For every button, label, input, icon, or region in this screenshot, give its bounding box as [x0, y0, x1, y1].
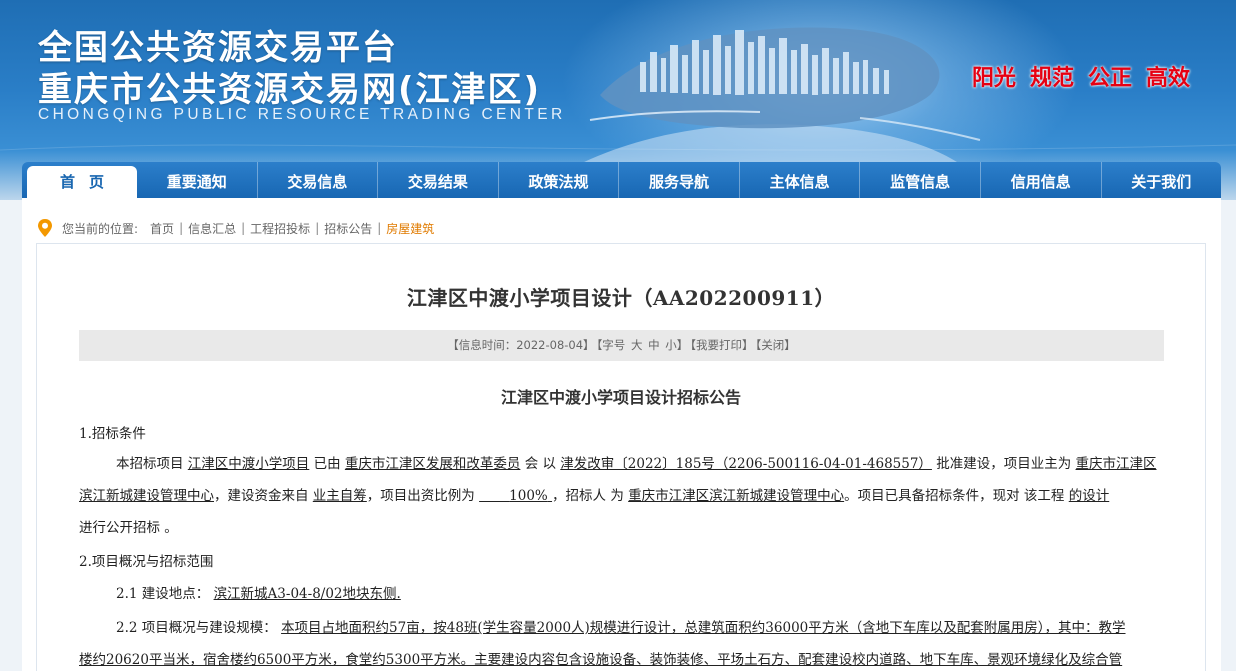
project-name: 江津区中渡小学项目: [187, 456, 310, 472]
section-2-1: 2.1 建设地点： 滨江新城A3-04-8/02地块东侧.: [116, 586, 401, 602]
breadcrumb-home[interactable]: 首页: [150, 220, 174, 237]
article-title: 江津区中渡小学项目设计（AA202200911）: [406, 286, 836, 310]
font-size-large[interactable]: 大: [631, 338, 643, 352]
slogan-3: 公正: [1088, 66, 1133, 91]
nav-credit-info[interactable]: 信用信息: [979, 162, 1101, 198]
close-link[interactable]: 【关闭】: [756, 338, 796, 352]
slogan-1: 阳光: [972, 66, 1017, 91]
approver: 重庆市江津区发展和改革委员: [344, 456, 521, 472]
nav-policies[interactable]: 政策法规: [497, 162, 619, 198]
slogans: 阳光 规范 公正 高效: [972, 60, 1190, 92]
slogan-2: 规范: [1030, 66, 1075, 91]
nav-about[interactable]: 关于我们: [1100, 162, 1222, 198]
main-nav: 首页 重要通知 交易信息 交易结果 政策法规 服务导航 主体信息 监管信息 信用…: [22, 162, 1221, 198]
nav-entity-info[interactable]: 主体信息: [738, 162, 860, 198]
section-2-title: 2.项目概况与招标范围: [79, 554, 214, 570]
section-1-title: 1.招标条件: [79, 426, 146, 442]
article-meta-bar: 【信息时间：2022-08-04】 【字号 大 中 小】 【我要打印】 【关闭】: [79, 330, 1164, 361]
section-2-2-cont: 楼约20620平当米，宿舍楼约6500平方米，食堂约5300平方米。主要建设内容…: [79, 652, 1123, 668]
font-size-medium[interactable]: 中: [648, 338, 660, 352]
site-title-line2: 重庆市公共资源交易网(江津区): [38, 70, 542, 110]
notice-title: 江津区中渡小学项目设计招标公告: [500, 388, 741, 407]
breadcrumb-info-summary[interactable]: 信息汇总: [188, 220, 236, 237]
project-overview: 本项目占地面积约57亩，按48班(学生容量2000人)规模进行设计，总建筑面积约…: [281, 620, 1126, 636]
font-size-label: 【字号: [596, 338, 626, 352]
section-1-paragraph-end: 进行公开招标 。: [79, 520, 178, 536]
breadcrumb-label: 您当前的位置:: [62, 221, 139, 236]
print-link[interactable]: 【我要打印】: [690, 338, 753, 352]
fund-source: 业主自筹: [312, 488, 367, 504]
site-title-english: CHONGQING PUBLIC RESOURCE TRADING CENTER: [38, 106, 566, 123]
slogan-4: 高效: [1146, 66, 1191, 91]
location-pin-icon: [36, 218, 54, 238]
info-time: 【信息时间：2022-08-04】: [447, 338, 595, 352]
breadcrumb-current[interactable]: 房屋建筑: [386, 220, 434, 237]
breadcrumb: 您当前的位置: 首页 | 信息汇总 | 工程招投标 | 招标公告 | 房屋建筑: [36, 218, 434, 238]
section-1-paragraph: 本招标项目 江津区中渡小学项目 已由 重庆市江津区发展和改革委员 会 以 津发改…: [79, 456, 1157, 504]
nav-home[interactable]: 首页: [27, 166, 137, 198]
article-body: 1.招标条件 本招标项目 江津区中渡小学项目 已由 重庆市江津区发展和改革委员 …: [79, 418, 1164, 671]
breadcrumb-tender-notice[interactable]: 招标公告: [324, 220, 372, 237]
font-size-small[interactable]: 小】: [665, 338, 688, 352]
nav-trade-info[interactable]: 交易信息: [256, 162, 378, 198]
nav-notices[interactable]: 重要通知: [137, 162, 257, 198]
tenderer: 重庆市江津区滨江新城建设管理中心: [628, 488, 845, 504]
nav-supervision[interactable]: 监管信息: [859, 162, 980, 198]
nav-trade-results[interactable]: 交易结果: [377, 162, 498, 198]
approval-doc: 津发改审〔2022〕185号（2206-500116-04-01-468557）: [560, 456, 932, 472]
section-2-2: 2.2 项目概况与建设规模： 本项目占地面积约57亩，按48班(学生容量2000…: [116, 620, 1126, 636]
tender-scope: 的设计: [1068, 488, 1110, 504]
fund-ratio: 100%: [509, 488, 548, 504]
breadcrumb-engineering[interactable]: 工程招投标: [250, 220, 310, 237]
construction-site: 滨江新城A3-04-8/02地块东侧.: [213, 586, 401, 602]
article-panel: 江津区中渡小学项目设计（AA202200911） 【信息时间：2022-08-0…: [36, 243, 1206, 671]
nav-service-guide[interactable]: 服务导航: [618, 162, 739, 198]
